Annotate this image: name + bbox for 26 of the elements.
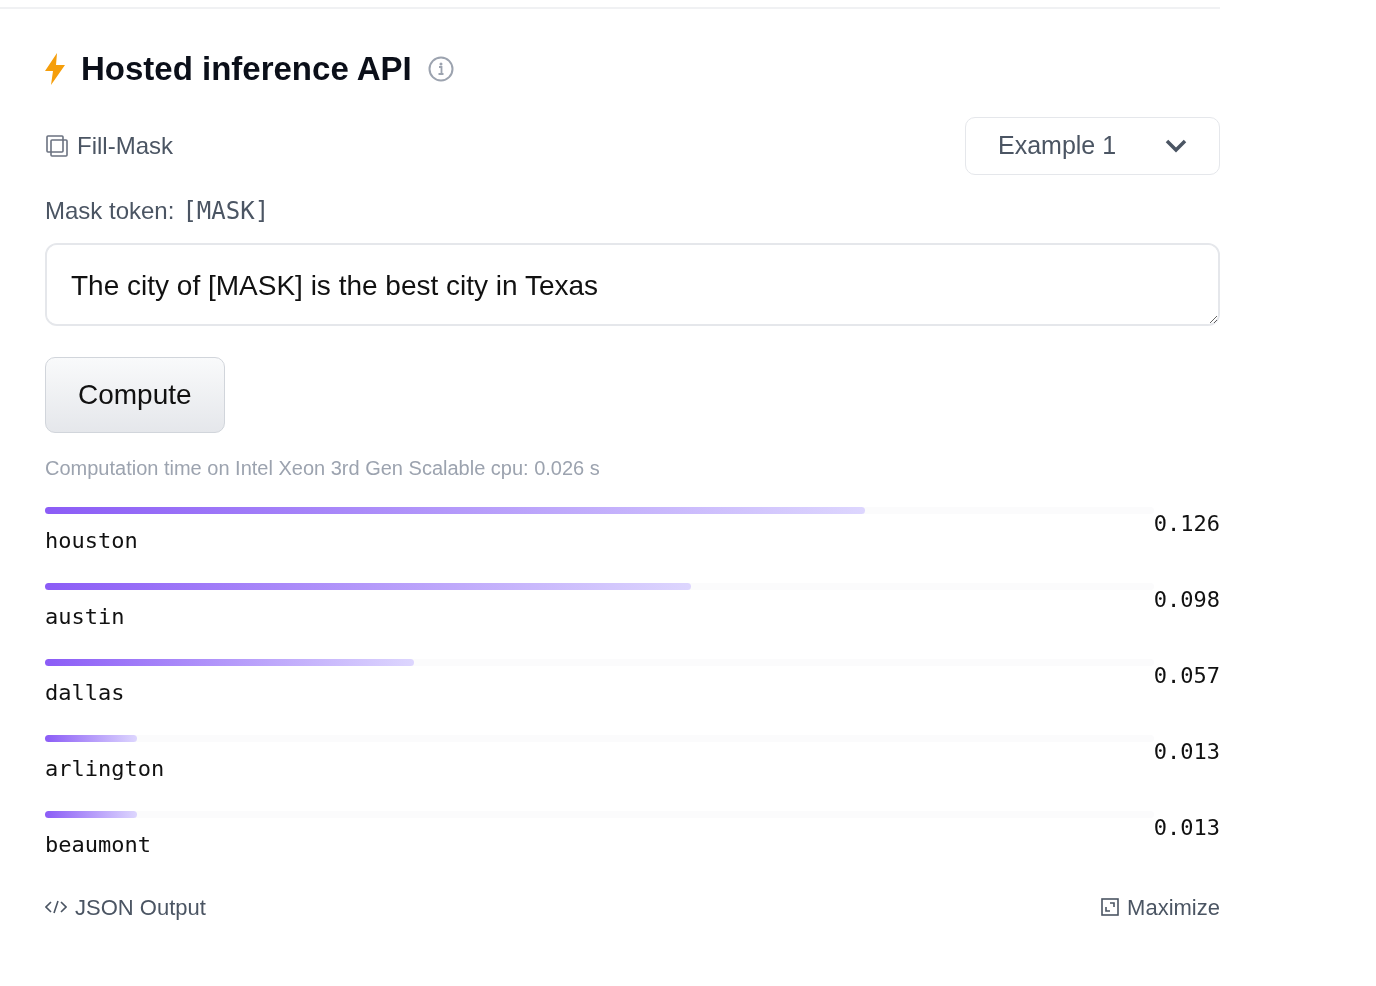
chevron-down-icon <box>1165 138 1187 153</box>
computation-time: Computation time on Intel Xeon 3rd Gen Scalable cpu: 0.026 s <box>45 455 601 481</box>
maximize-icon <box>1101 898 1120 917</box>
example-dropdown[interactable]: Example 1 <box>965 116 1220 175</box>
result-label: austin <box>45 605 126 628</box>
result-label: houston <box>45 529 139 552</box>
panel-title: Hosted inference API <box>81 49 412 89</box>
result-label: beaumont <box>45 833 152 856</box>
lightning-icon <box>45 52 65 85</box>
input-field[interactable]: The city of [MASK] is the best city in Texas <box>45 242 1220 326</box>
mask-token-value: [MASK] <box>182 195 270 227</box>
result-score: 0.013 <box>1153 737 1220 766</box>
compute-button[interactable]: Compute <box>45 356 225 433</box>
maximize-link[interactable]: Maximize <box>1101 890 1220 924</box>
result-score: 0.126 <box>1153 509 1220 538</box>
code-icon <box>45 900 67 915</box>
result-label: dallas <box>45 681 126 704</box>
mask-token-label: Mask token: <box>45 195 175 226</box>
result-label: arlington <box>45 757 166 780</box>
mask-icon <box>45 133 69 158</box>
json-output-link[interactable]: JSON Output <box>45 890 206 924</box>
result-score: 0.057 <box>1153 661 1220 690</box>
info-icon[interactable] <box>427 55 454 82</box>
task-label: Fill-Mask <box>77 130 173 161</box>
result-score: 0.013 <box>1153 813 1220 842</box>
result-score: 0.098 <box>1153 585 1220 614</box>
